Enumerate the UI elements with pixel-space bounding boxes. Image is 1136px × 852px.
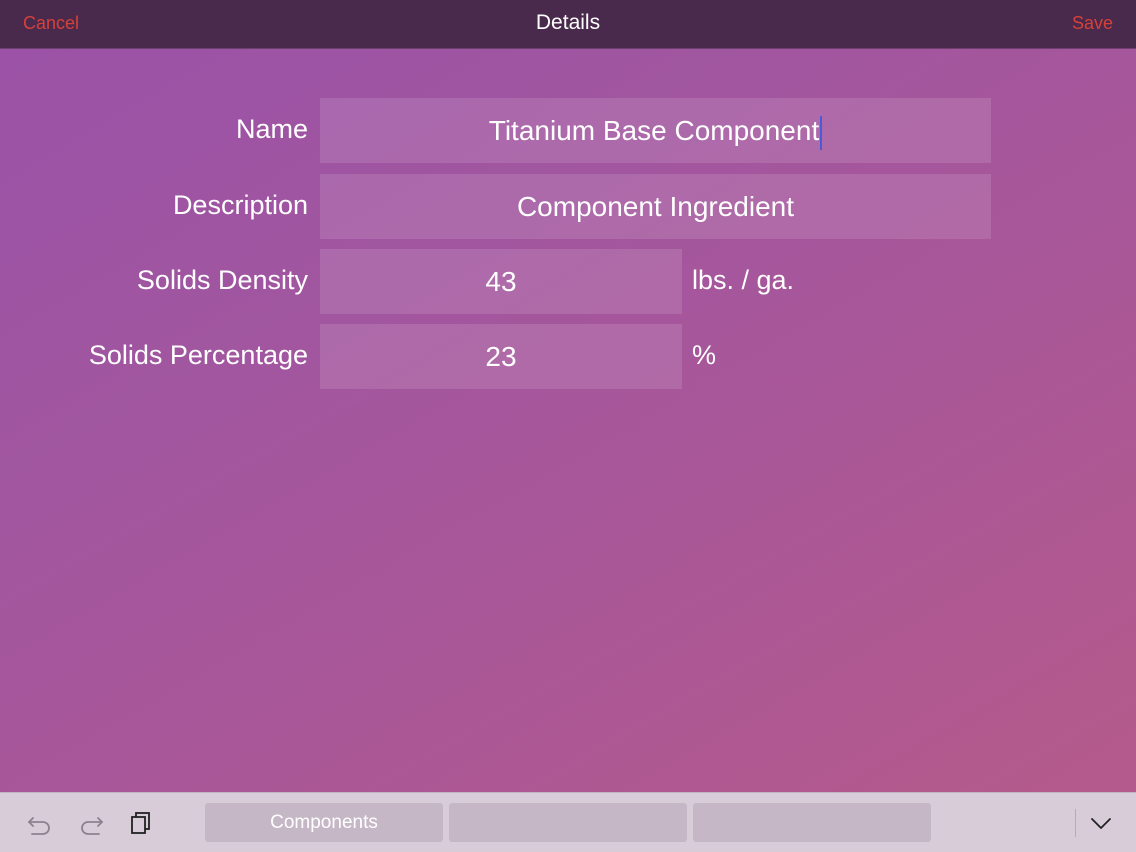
- solids-percentage-value: 23: [485, 341, 517, 372]
- solids-percentage-field[interactable]: 23: [320, 324, 682, 389]
- components-tab[interactable]: Components: [205, 803, 443, 842]
- navigation-bar: Cancel Details Save: [0, 0, 1136, 49]
- keyboard-shortcut-bar: Components: [0, 792, 1136, 852]
- page-title: Details: [535, 11, 601, 34]
- solids-density-field[interactable]: 43: [320, 249, 682, 314]
- name-field[interactable]: Titanium Base Component: [320, 98, 991, 163]
- name-label: Name: [235, 114, 308, 144]
- toolbar-tab-2[interactable]: [449, 803, 687, 842]
- save-button[interactable]: Save: [1072, 13, 1113, 34]
- details-screen: Cancel Details Save Name Titanium Base C…: [0, 0, 1136, 852]
- name-value: Titanium Base Component: [488, 115, 820, 146]
- solids-density-unit: lbs. / ga.: [692, 265, 795, 295]
- undo-icon[interactable]: [26, 809, 54, 837]
- toolbar-divider: [1075, 809, 1076, 837]
- solids-percentage-label: Solids Percentage: [88, 340, 308, 370]
- solids-percentage-unit: %: [692, 340, 717, 370]
- solids-density-value: 43: [485, 266, 517, 297]
- description-value: Component Ingredient: [516, 191, 795, 222]
- chevron-down-icon[interactable]: [1087, 809, 1115, 837]
- redo-icon[interactable]: [77, 809, 105, 837]
- description-field[interactable]: Component Ingredient: [320, 174, 991, 239]
- clipboard-icon[interactable]: [128, 809, 156, 837]
- solids-density-label: Solids Density: [136, 265, 308, 295]
- text-cursor: [820, 115, 823, 150]
- toolbar-tab-3[interactable]: [693, 803, 931, 842]
- description-label: Description: [172, 190, 308, 220]
